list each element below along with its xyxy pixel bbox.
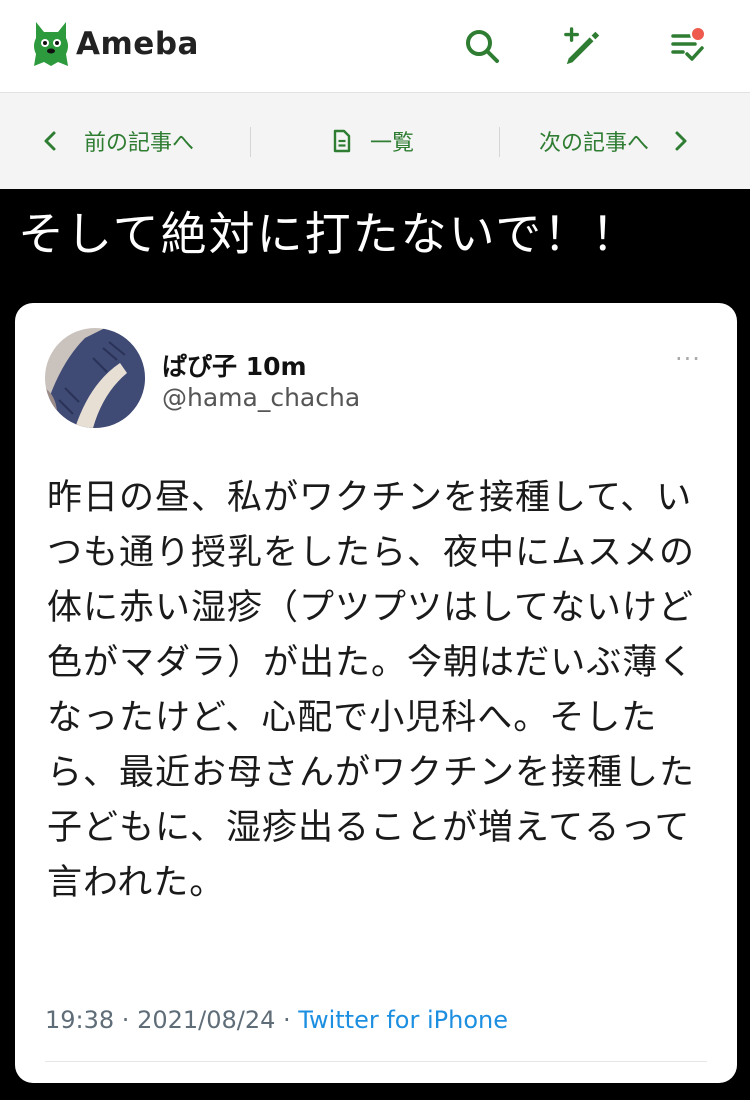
prev-article-label: 前の記事へ (84, 131, 195, 156)
nav-divider (499, 127, 500, 157)
more-options-icon[interactable]: ··· (675, 345, 701, 373)
article-list-link[interactable]: 一覧 (332, 93, 414, 189)
write-icon (564, 27, 600, 65)
notification-dot (690, 26, 706, 42)
chevron-left-icon (44, 131, 56, 151)
tweet-time: 19:38 (45, 1006, 115, 1034)
tweet-date: 2021/08/24 (137, 1006, 276, 1034)
avatar (45, 328, 145, 428)
prev-article-link[interactable]: 前の記事へ (42, 93, 194, 189)
meta-separator: · (275, 1006, 299, 1034)
tweet-source-link[interactable]: Twitter for iPhone (298, 1006, 508, 1034)
tweet-display-name[interactable]: ぱぴ子 10m (162, 347, 307, 383)
tweet-divider (45, 1061, 707, 1062)
chevron-right-icon (675, 131, 687, 151)
app-header: Ameba (0, 0, 750, 93)
tweet-handle[interactable]: @hama_chacha (162, 383, 360, 412)
tweet-card: ぱぴ子 10m @hama_chacha ··· 昨日の昼、私がワクチンを接種し… (15, 303, 737, 1083)
document-icon (333, 129, 351, 153)
tweet-text: 昨日の昼、私がワクチンを接種して、いつも通り授乳をしたら、夜中にムスメの体に赤い… (47, 478, 696, 903)
meta-separator: · (114, 1006, 138, 1034)
article-navbar: 前の記事へ 一覧 次の記事へ (0, 93, 750, 189)
logo-text: Ameba (76, 26, 199, 62)
ameba-mascot-icon (34, 22, 68, 66)
article-headline: そして絶対に打たないで！！ (18, 207, 640, 261)
search-icon (466, 30, 499, 63)
feed-button[interactable] (668, 26, 708, 66)
next-article-label: 次の記事へ (539, 131, 650, 156)
ameba-logo[interactable]: Ameba (30, 18, 199, 70)
tweet-meta: 19:38 · 2021/08/24 · Twitter for iPhone (45, 1006, 508, 1034)
avatar-photo-icon (45, 328, 145, 428)
write-button[interactable] (563, 26, 603, 66)
nav-divider (250, 127, 251, 157)
next-article-link[interactable]: 次の記事へ (539, 93, 689, 189)
search-button[interactable] (462, 26, 502, 66)
article-list-label: 一覧 (370, 131, 415, 156)
